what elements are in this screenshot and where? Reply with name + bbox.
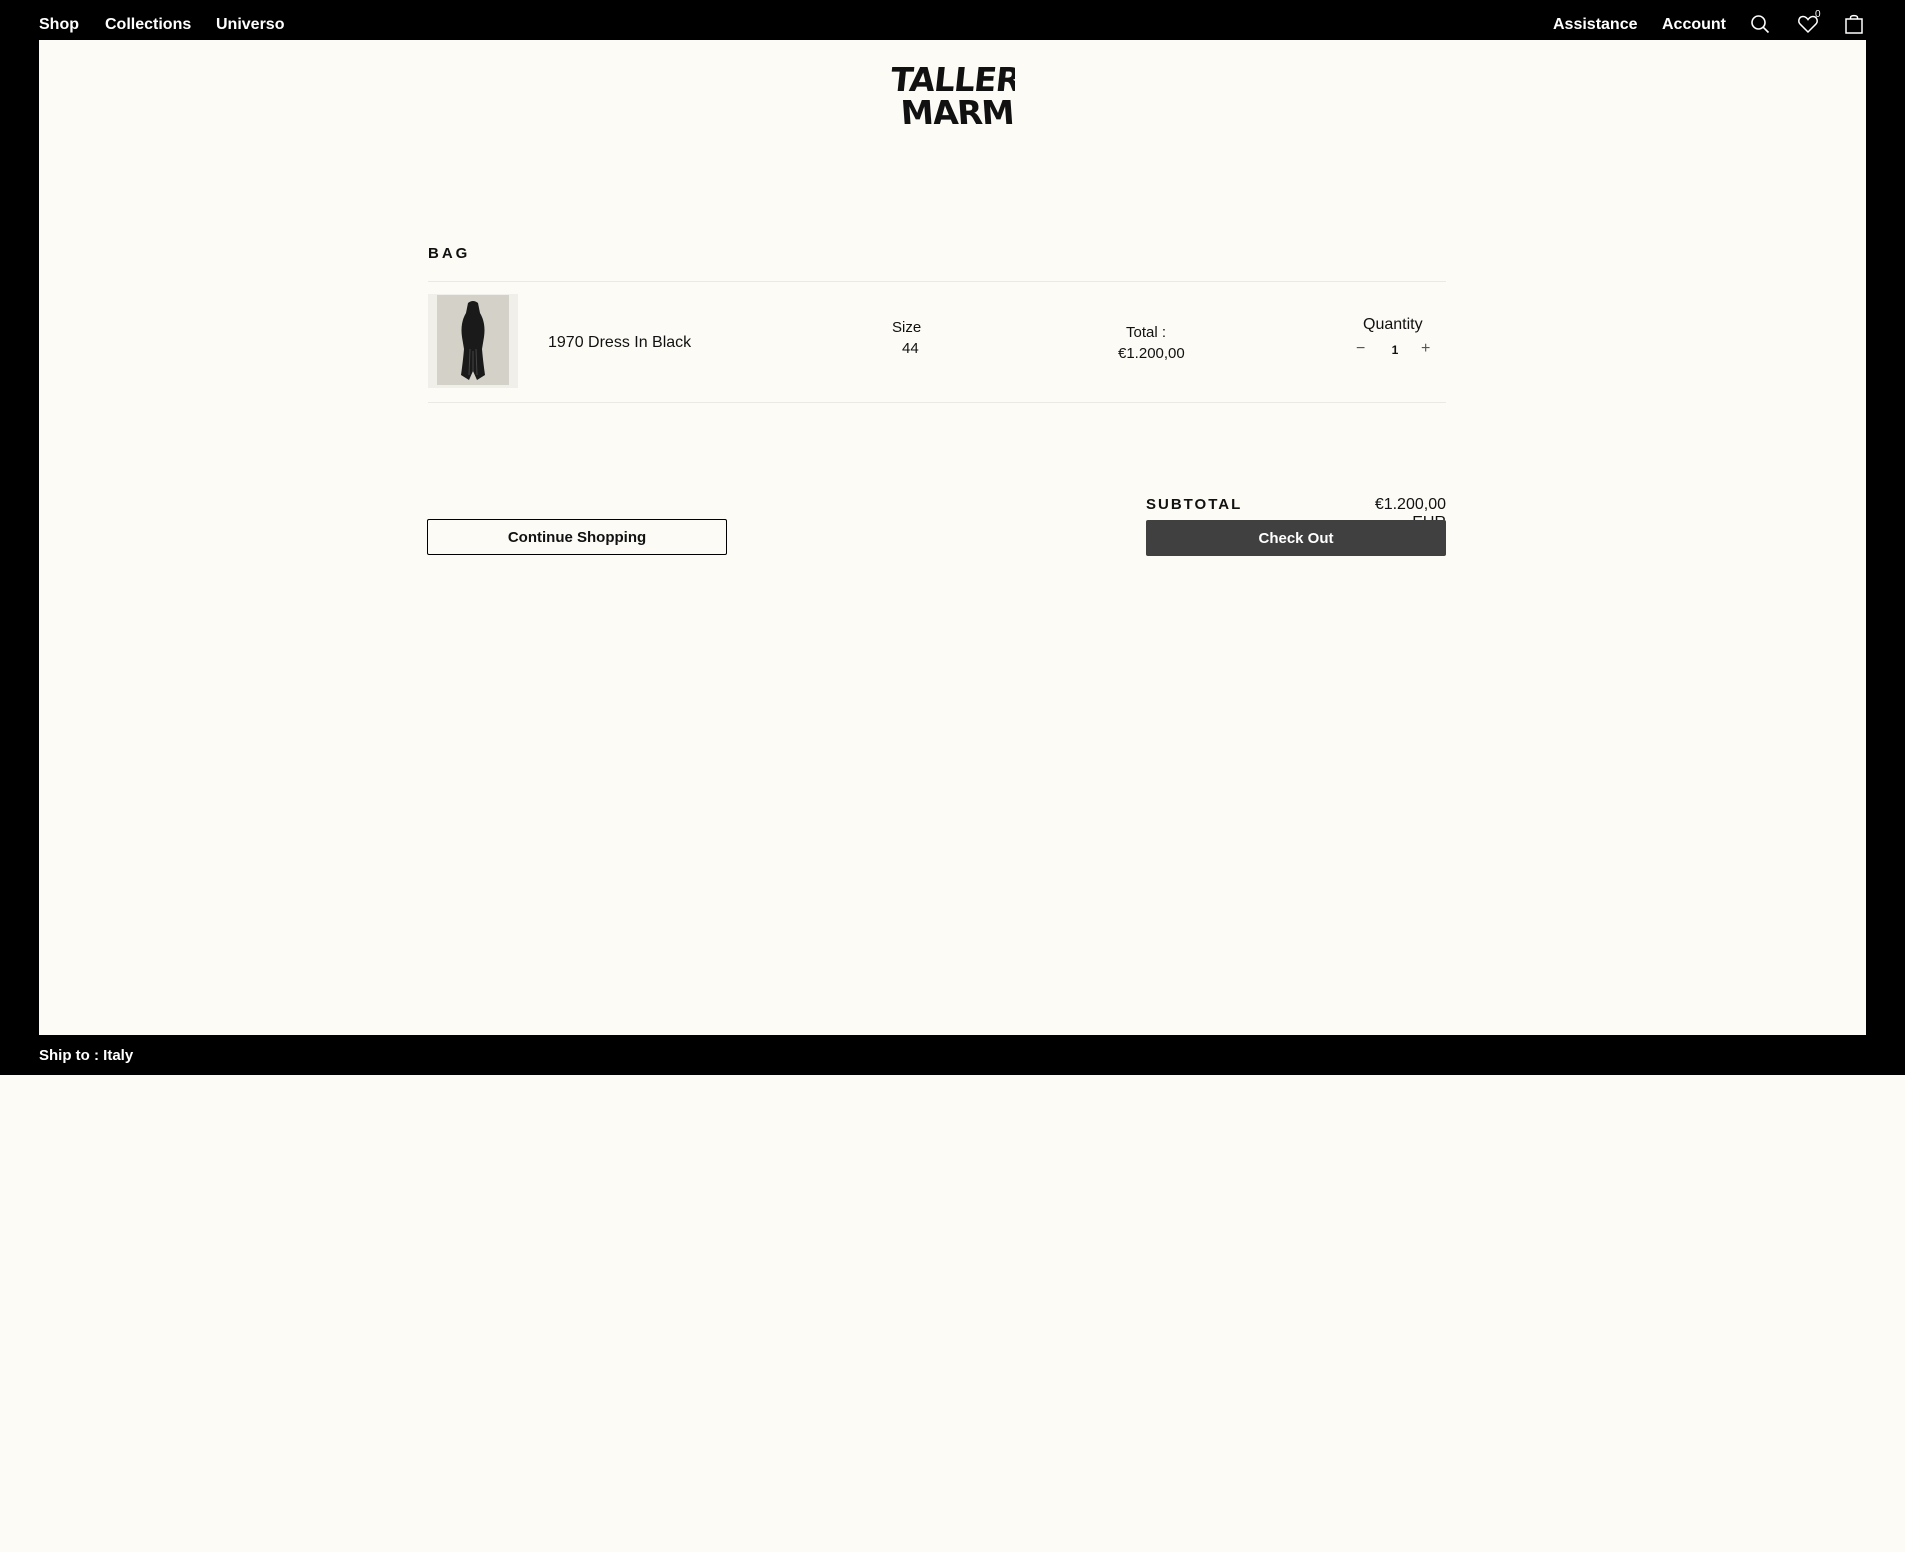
size-value: 44 xyxy=(902,340,919,357)
main-content: TALLER MARMO BAG 1970 Dress In Black Siz… xyxy=(39,40,1866,1035)
product-image[interactable] xyxy=(437,295,509,385)
ship-to-country[interactable]: Ship to : Italy xyxy=(39,1047,133,1064)
quantity-label: Quantity xyxy=(1363,316,1423,333)
nav-account[interactable]: Account xyxy=(1662,16,1726,34)
page-frame: Shop Collections Universo Assistance Acc… xyxy=(0,0,1905,1075)
quantity-input[interactable] xyxy=(1382,340,1408,360)
top-navigation: Shop Collections Universo Assistance Acc… xyxy=(0,0,1905,40)
quantity-decrease-button[interactable]: − xyxy=(1356,340,1365,358)
subtotal-label: SUBTOTAL xyxy=(1146,496,1243,513)
checkout-button[interactable]: Check Out xyxy=(1146,520,1446,556)
bag-title: BAG xyxy=(428,245,471,262)
bag-icon[interactable] xyxy=(1843,13,1865,35)
nav-shop[interactable]: Shop xyxy=(39,16,79,34)
product-name[interactable]: 1970 Dress In Black xyxy=(548,334,691,352)
size-label: Size xyxy=(892,319,922,336)
wishlist-heart-icon[interactable]: 0 xyxy=(1797,9,1821,35)
nav-assistance[interactable]: Assistance xyxy=(1553,16,1638,34)
search-icon[interactable] xyxy=(1749,13,1771,35)
nav-collections[interactable]: Collections xyxy=(105,16,191,34)
nav-universo[interactable]: Universo xyxy=(216,16,284,34)
item-total-label: Total : xyxy=(1126,324,1167,341)
wishlist-count: 0 xyxy=(1815,9,1821,20)
divider xyxy=(428,402,1446,403)
logo-line-2: MARMO xyxy=(899,93,1015,130)
product-thumbnail[interactable] xyxy=(428,294,518,388)
taller-marmo-logo[interactable]: TALLER MARMO xyxy=(891,58,1015,130)
cart-item-row: 1970 Dress In Black Size 44 Total : €1.2… xyxy=(428,282,1446,402)
continue-shopping-button[interactable]: Continue Shopping xyxy=(427,519,727,555)
item-total-value: €1.200,00 xyxy=(1118,345,1185,362)
quantity-increase-button[interactable]: + xyxy=(1421,340,1430,358)
